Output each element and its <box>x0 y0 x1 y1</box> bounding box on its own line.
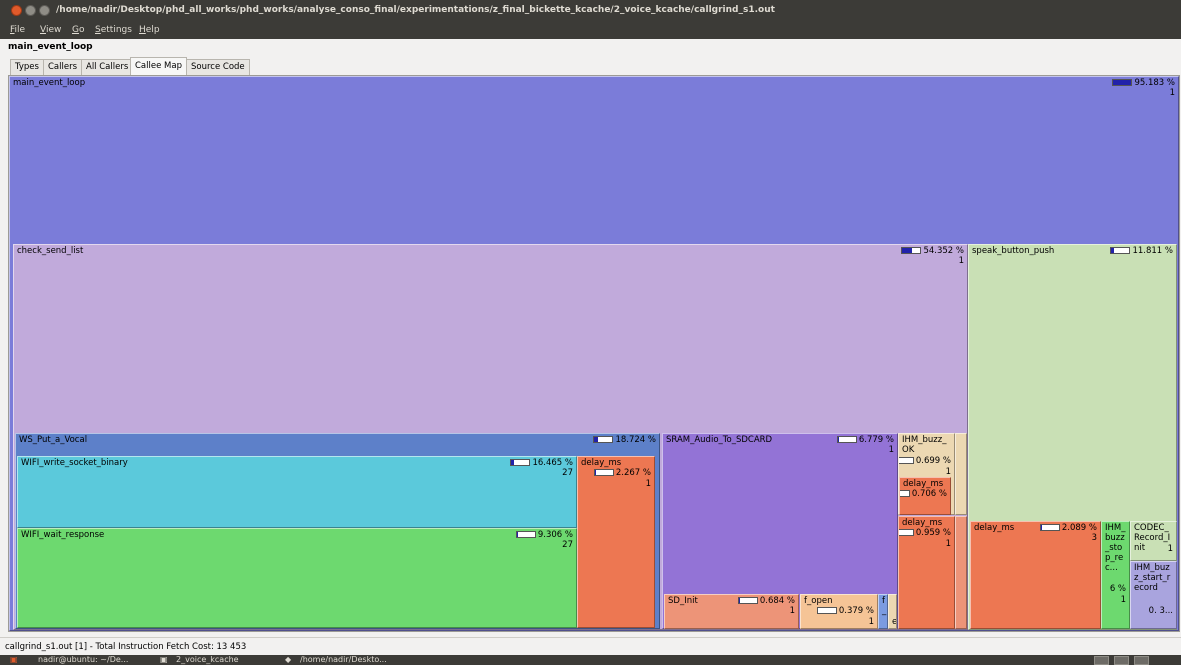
block-label: WIFI_wait_response <box>21 530 105 540</box>
close-icon[interactable] <box>11 5 22 16</box>
treemap-block-delay-ms[interactable]: delay_ms 0.959 % 1 <box>898 516 955 629</box>
treemap-block-small[interactable] <box>955 433 967 515</box>
treemap-block-sd-init[interactable]: SD_Init 0.684 % 1 <box>664 594 799 629</box>
treemap-block-small[interactable]: e <box>888 594 897 629</box>
tab-callee-map[interactable]: Callee Map <box>130 57 187 75</box>
block-call-count: 1 <box>888 445 894 455</box>
block-percent: 11.811 % <box>1110 246 1173 257</box>
tray-icon[interactable] <box>1134 656 1149 665</box>
cost-bar <box>836 436 857 443</box>
treemap-block-small[interactable] <box>955 516 967 629</box>
block-label: speak_button_push <box>972 246 1055 256</box>
block-percent: 0.699 % <box>899 456 951 467</box>
block-call-count: 1 <box>789 606 795 616</box>
block-label: delay_ms <box>974 523 1015 533</box>
cost-bar <box>816 607 837 614</box>
treemap-block-ihm-buzz-stop-rec[interactable]: IHM_buzz_stop_rec... 6 % 1 <box>1101 521 1130 629</box>
menu-file[interactable]: File <box>10 21 25 39</box>
menu-view[interactable]: View <box>40 21 61 39</box>
block-call-count: 1 <box>868 617 874 627</box>
treemap-block-wifi-wait-response[interactable]: WIFI_wait_response 9.306 % 27 <box>17 528 577 628</box>
menu-settings[interactable]: Settings <box>95 21 132 39</box>
cost-bar <box>737 597 758 604</box>
tab-callers[interactable]: Callers <box>43 59 83 75</box>
block-label: WS_Put_a_Vocal <box>19 435 88 445</box>
window-title-bar: /home/nadir/Desktop/phd_all_works/phd_wo… <box>0 0 1181 21</box>
block-percent: 0.959 % <box>899 528 951 539</box>
treemap-block-delay-ms[interactable]: delay_ms 2.089 % 3 <box>970 521 1101 629</box>
block-label: SD_Init <box>668 596 698 606</box>
volume-icon[interactable] <box>1114 656 1129 665</box>
block-call-count: 1 <box>645 479 651 489</box>
block-call-count: 27 <box>562 468 573 478</box>
status-bar: callgrind_s1.out [1] - Total Instruction… <box>0 637 1181 655</box>
block-percent: 0. 3... <box>1148 606 1173 616</box>
callee-map: main_event_loop 95.183 % 1 check_send_li… <box>8 75 1180 632</box>
block-label: f_ <box>882 596 887 616</box>
block-percent: 54.352 % <box>901 246 964 257</box>
cost-bar <box>900 490 910 497</box>
cost-bar <box>515 531 536 538</box>
kcachegrind-icon: ◆ <box>285 655 292 664</box>
taskbar-item-kcache[interactable]: 2_voice_kcache <box>176 655 239 665</box>
block-label: check_send_list <box>17 246 84 256</box>
cost-bar <box>899 457 914 464</box>
block-percent: 6 % <box>1109 584 1126 594</box>
taskbar: ▣ nadir@ubuntu: ~/De... ▣ 2_voice_kcache… <box>0 655 1181 665</box>
folder-icon: ▣ <box>160 655 168 664</box>
block-call-count: 1 <box>958 256 964 266</box>
cost-bar <box>510 459 531 466</box>
block-label: IHM_buzz_start_record <box>1134 563 1171 593</box>
block-call-count: 1 <box>945 539 951 549</box>
block-percent: 2.267 % <box>593 468 651 479</box>
block-percent: 0.379 % <box>816 606 874 617</box>
block-label: IHM_buzz_stop_rec... <box>1105 523 1126 573</box>
block-percent: 18.724 % <box>593 435 656 446</box>
block-call-count: 3 <box>1091 533 1097 543</box>
block-label: SRAM_Audio_To_SDCARD <box>666 435 773 445</box>
block-percent: 95.183 % <box>1112 78 1175 89</box>
cost-bar <box>1112 79 1133 86</box>
cost-bar <box>901 247 922 254</box>
cost-bar <box>1039 524 1060 531</box>
block-label: WIFI_write_socket_binary <box>21 458 128 468</box>
block-label: main_event_loop <box>13 78 86 88</box>
tab-all-callers[interactable]: All Callers <box>81 59 134 75</box>
block-call-count: 1 <box>1120 595 1126 605</box>
minimize-icon[interactable] <box>25 5 36 16</box>
cost-bar <box>1110 247 1131 254</box>
treemap-block-delay-ms[interactable]: delay_ms 2.267 % 1 <box>577 456 655 628</box>
window-title: /home/nadir/Desktop/phd_all_works/phd_wo… <box>56 5 775 15</box>
treemap-block-ihm-buzz-start-record[interactable]: IHM_buzz_start_record 0. 3... <box>1130 561 1177 629</box>
cost-bar <box>593 436 614 443</box>
block-label: IHM_buzz_OK <box>902 435 947 455</box>
current-function-label: main_event_loop <box>8 42 93 52</box>
treemap-block-delay-ms[interactable]: delay_ms 0.706 % <box>899 477 951 515</box>
taskbar-item-terminal[interactable]: nadir@ubuntu: ~/De... <box>38 655 128 665</box>
treemap-block-f-open[interactable]: f_open 0.379 % 1 <box>800 594 878 629</box>
block-percent: 2.089 % <box>1039 523 1097 534</box>
block-call-count: 1 <box>1167 544 1173 554</box>
block-percent: 0.706 % <box>900 489 947 500</box>
menu-help[interactable]: Help <box>139 21 160 39</box>
block-percent: 6.779 % <box>836 435 894 446</box>
tab-types[interactable]: Types <box>10 59 44 75</box>
maximize-icon[interactable] <box>39 5 50 16</box>
terminal-icon: ▣ <box>10 655 18 664</box>
block-call-count: 27 <box>562 540 573 550</box>
taskbar-item-kcachegrind[interactable]: /home/nadir/Deskto... <box>300 655 387 665</box>
treemap-block-wifi-write-socket-binary[interactable]: WIFI_write_socket_binary 16.465 % 27 <box>17 456 577 528</box>
cost-bar <box>899 529 914 536</box>
treemap-block-codec-record-init[interactable]: CODEC_Record_Init 1 <box>1130 521 1177 561</box>
treemap-block-small[interactable]: f_ <box>878 594 888 629</box>
menu-bar: File View Go Settings Help <box>0 21 1181 39</box>
block-label: e <box>892 617 897 627</box>
menu-go[interactable]: Go <box>72 21 85 39</box>
block-call-count: 1 <box>1169 88 1175 98</box>
block-percent: 0.684 % <box>737 596 795 607</box>
tab-source-code[interactable]: Source Code <box>186 59 250 75</box>
cost-bar <box>593 469 614 476</box>
network-icon[interactable] <box>1094 656 1109 665</box>
